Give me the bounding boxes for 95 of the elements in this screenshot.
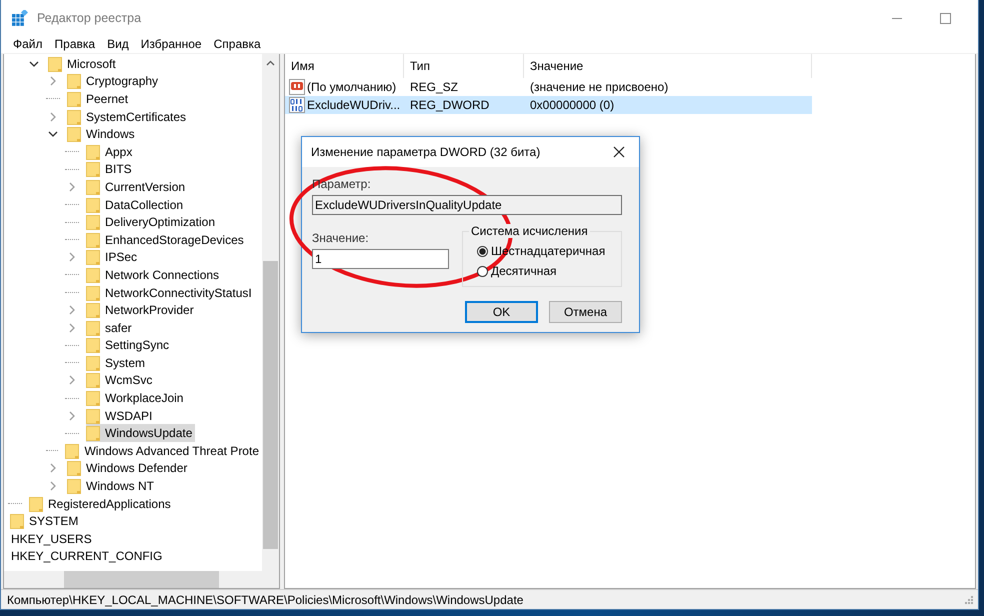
value-name: (По умолчанию)	[307, 80, 396, 94]
folder-icon	[67, 90, 81, 107]
dialog-button[interactable]: OK	[465, 301, 538, 323]
tree-item[interactable]: SettingSync	[86, 336, 172, 354]
value-row[interactable]: (По умолчанию) REG_SZ (значение не присвоено)	[285, 78, 812, 96]
radio-button[interactable]	[477, 246, 488, 256]
horizontal-scrollbar[interactable]	[4, 571, 279, 588]
folder-icon	[48, 56, 62, 72]
group-label: Система исчисления	[469, 224, 590, 238]
status-path: Компьютер\HKEY_LOCAL_MACHINE\SOFTWARE\Policies\Microsoft\Windows\WindowsUpdate	[7, 592, 524, 606]
column-header[interactable]: Имя	[285, 54, 404, 78]
folder-icon	[86, 390, 100, 406]
radio-option[interactable]: Десятичная	[477, 261, 621, 281]
folder-icon	[86, 302, 100, 318]
tree-item[interactable]: safer	[86, 318, 135, 337]
folder-icon	[86, 320, 100, 336]
vertical-scrollbar[interactable]	[262, 54, 279, 571]
tree-item[interactable]: BITS	[86, 160, 135, 178]
folder-icon	[86, 232, 100, 248]
folder-icon	[65, 442, 80, 459]
chevron-down-icon[interactable]	[27, 58, 41, 69]
tree-item[interactable]: Windows Defender	[67, 459, 190, 478]
folder-icon	[29, 496, 43, 512]
column-header[interactable]: Тип	[404, 54, 524, 78]
value-type: REG_SZ	[410, 80, 458, 94]
value-data: (значение не присвоено)	[530, 80, 668, 94]
folder-icon	[86, 161, 100, 178]
value-field[interactable]: 1	[312, 249, 449, 269]
radio-label: Десятичная	[491, 264, 557, 278]
tree-item[interactable]: HKEY_USERS	[11, 530, 95, 548]
tree-item[interactable]: Appx	[86, 142, 136, 161]
value-name: ExcludeWUDriv...	[307, 98, 400, 112]
tree-item[interactable]: Windows NT	[67, 477, 158, 496]
column-header[interactable]: Значение	[524, 54, 812, 78]
dialog-title: Изменение параметра DWORD (32 бита)	[311, 145, 542, 159]
folder-icon	[86, 408, 100, 424]
folder-icon	[86, 337, 100, 354]
menu-item[interactable]: Файл	[7, 36, 49, 53]
tree-item[interactable]: Cryptography	[67, 72, 162, 90]
scroll-up-icon[interactable]	[266, 60, 275, 66]
tree-item[interactable]: SYSTEM	[10, 512, 82, 530]
tree-item[interactable]: DeliveryOptimization	[86, 213, 218, 232]
value-data: 0x00000000 (0)	[530, 98, 614, 112]
folder-icon	[86, 249, 100, 266]
folder-icon	[67, 126, 81, 142]
value-label: Значение:	[312, 231, 370, 245]
folder-icon	[86, 372, 100, 388]
tree-item[interactable]: Windows	[67, 125, 138, 144]
tree-item[interactable]: IPSec	[86, 248, 140, 266]
folder-icon	[86, 144, 100, 160]
folder-icon	[86, 178, 100, 195]
tree-item[interactable]: WcmSvc	[86, 371, 156, 390]
tree-item[interactable]: HKEY_CURRENT_CONFIG	[11, 547, 166, 566]
tree-item[interactable]: Windows Advanced Threat Prote	[65, 442, 262, 460]
chevron-down-icon[interactable]	[46, 129, 60, 140]
folder-icon	[86, 354, 100, 371]
tree-item[interactable]: Network Connections	[86, 266, 222, 284]
tree-item[interactable]: EnhancedStorageDevices	[86, 230, 247, 249]
radio-button[interactable]	[477, 266, 488, 276]
parameter-field[interactable]: ExcludeWUDriversInQualityUpdate	[312, 195, 622, 215]
tree-item[interactable]: CurrentVersion	[86, 178, 188, 196]
menu-item[interactable]: Правка	[48, 36, 102, 53]
folder-icon	[10, 513, 24, 530]
menu-item[interactable]: Вид	[101, 36, 135, 53]
tree-item[interactable]: WorkplaceJoin	[86, 389, 186, 408]
tree-item[interactable]: System	[86, 354, 148, 372]
tree-item[interactable]: WindowsUpdate	[86, 424, 196, 442]
folder-icon	[86, 266, 100, 283]
menu-item[interactable]: Избранное	[134, 36, 208, 53]
window-title: Редактор реестра	[37, 11, 142, 25]
folder-icon	[67, 108, 81, 125]
folder-icon	[67, 478, 81, 494]
folder-icon	[86, 196, 100, 213]
folder-icon	[86, 214, 100, 230]
tree-item[interactable]: RegisteredApplications	[29, 494, 174, 513]
tree-item[interactable]: Microsoft	[48, 54, 119, 73]
string-value-icon	[289, 79, 305, 95]
binary-value-icon	[289, 97, 305, 113]
close-icon	[613, 146, 625, 158]
tree-item[interactable]: DataCollection	[86, 196, 186, 214]
tree-item[interactable]: WSDAPI	[86, 406, 156, 425]
value-row[interactable]: ExcludeWUDriv... REG_DWORD 0x00000000 (0)	[285, 96, 812, 114]
menu-item[interactable]: Справка	[208, 36, 267, 53]
folder-icon	[67, 73, 81, 90]
dialog-button[interactable]: Отмена	[549, 301, 622, 323]
tree-item[interactable]: NetworkConnectivityStatusI	[86, 284, 255, 302]
tree-item[interactable]: Peernet	[67, 90, 132, 108]
folder-icon	[67, 460, 81, 476]
value-type: REG_DWORD	[410, 98, 490, 112]
registry-icon	[12, 10, 28, 26]
folder-icon	[86, 425, 100, 442]
tree-item[interactable]: NetworkProvider	[86, 301, 197, 320]
resize-grip-icon[interactable]	[964, 594, 974, 604]
tree-item[interactable]: SystemCertificates	[67, 108, 190, 126]
folder-icon	[86, 284, 100, 301]
